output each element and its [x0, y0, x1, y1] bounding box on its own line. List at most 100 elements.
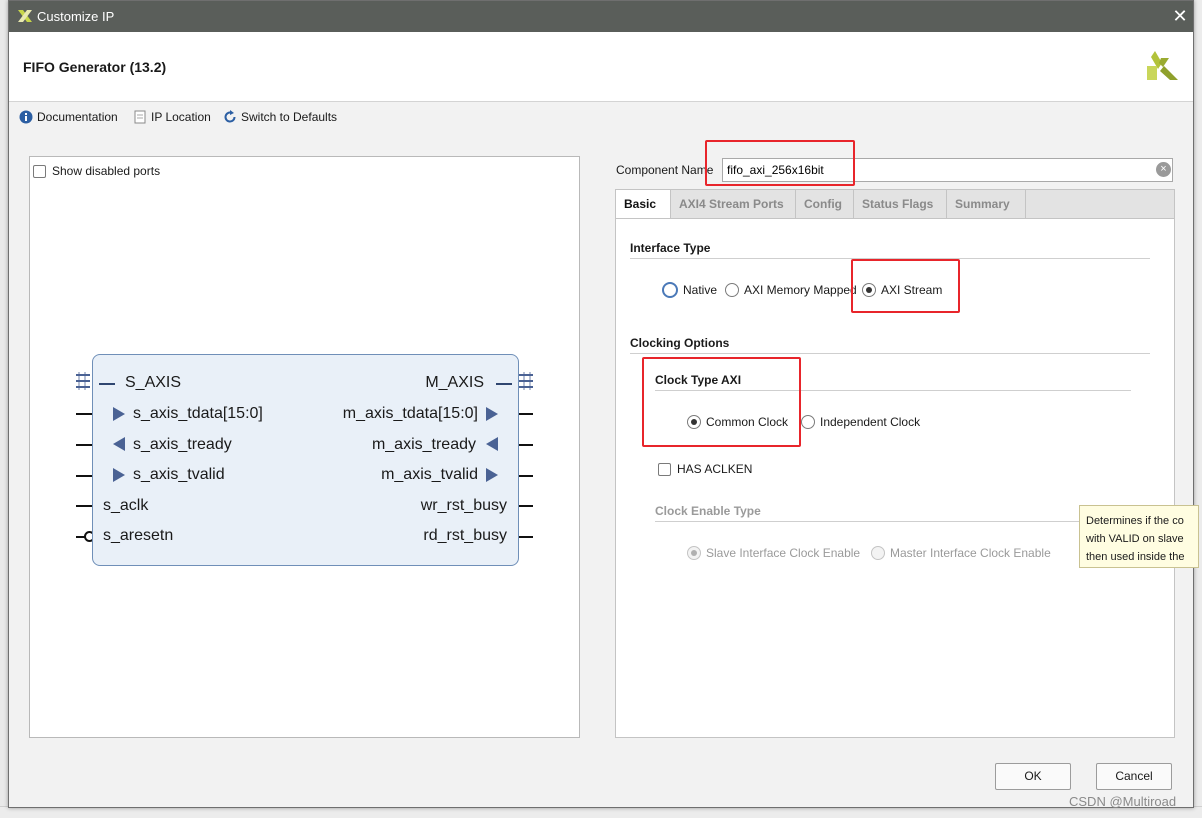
pin-m-axis-tready	[519, 444, 533, 446]
radio-button	[725, 283, 739, 297]
radio-native[interactable]: Native	[662, 282, 717, 298]
output-arrow-icon	[486, 407, 498, 421]
app-icon	[18, 10, 32, 22]
output-arrow-icon	[486, 468, 498, 482]
port-label: s_aclk	[103, 497, 149, 514]
input-arrow-icon	[486, 437, 498, 451]
radio-button	[687, 546, 701, 560]
radio-axi-memory-mapped[interactable]: AXI Memory Mapped	[725, 283, 857, 297]
cancel-button[interactable]: Cancel	[1096, 763, 1172, 790]
radio-native-label: Native	[683, 283, 718, 297]
checkbox-box	[658, 462, 671, 476]
radio-button	[662, 282, 678, 298]
pin-m-axis-tdata	[519, 413, 533, 415]
show-disabled-ports-label: Show disabled ports	[52, 164, 161, 178]
pin-wr-rst-busy	[519, 505, 533, 507]
tab-bar: Basic AXI4 Stream Ports Config Status Fl…	[615, 189, 1175, 219]
documentation-button[interactable]: Documentation	[19, 110, 118, 124]
divider	[655, 521, 1131, 522]
clear-icon[interactable]: ×	[1156, 162, 1171, 177]
ip-symbol-pane: Show disabled ports S_AXIS s_axis_tdata[…	[29, 156, 580, 738]
tooltip: Determines if the co with VALID on slave…	[1079, 505, 1199, 568]
has-aclken-label: HAS ACLKEN	[677, 462, 753, 476]
watermark: CSDN @Multiroad	[1069, 794, 1177, 809]
port-label: s_axis_tready	[133, 436, 232, 453]
pin-rd-rst-busy	[519, 536, 533, 538]
dialog-header: FIFO Generator (13.2)	[9, 32, 1193, 102]
radio-common-clock[interactable]: Common Clock	[687, 415, 788, 429]
customize-ip-dialog: Customize IP ✕ FIFO Generator (13.2) Doc…	[8, 0, 1194, 808]
port-label: m_axis_tvalid	[381, 466, 478, 483]
s-axis-label: S_AXIS	[125, 374, 182, 391]
s-axis-bus-icon	[76, 372, 90, 390]
radio-master-clock-enable-label: Master Interface Clock Enable	[890, 546, 1051, 560]
switch-to-defaults-button[interactable]: Switch to Defaults	[223, 110, 337, 124]
basic-tab-panel: Interface Type Native AXI Memory Mapped …	[615, 218, 1175, 738]
s-axis-bus-line	[99, 383, 115, 385]
port-label: s_aresetn	[103, 527, 174, 544]
title-bar: Customize IP ✕	[9, 1, 1193, 32]
port-label: s_axis_tdata[15:0]	[133, 405, 263, 422]
radio-slave-clock-enable-label: Slave Interface Clock Enable	[706, 546, 861, 560]
refresh-icon	[224, 110, 236, 123]
tooltip-line: with VALID on slave	[1086, 533, 1184, 545]
tab-summary[interactable]: Summary	[947, 190, 1026, 219]
radio-axi-stream[interactable]: AXI Stream	[862, 283, 942, 297]
has-aclken-checkbox[interactable]: HAS ACLKEN	[658, 462, 752, 476]
toolbar: Documentation IP Location Switch to Defa…	[9, 102, 1193, 134]
document-icon	[134, 110, 146, 124]
pin-s-axis-tready	[76, 444, 92, 446]
ip-location-label: IP Location	[151, 110, 211, 124]
radio-common-clock-label: Common Clock	[706, 415, 789, 429]
radio-button	[871, 546, 885, 560]
interface-type-heading: Interface Type	[630, 241, 711, 255]
radio-independent-clock[interactable]: Independent Clock	[801, 415, 920, 429]
radio-axi-stream-label: AXI Stream	[881, 283, 943, 297]
xilinx-logo-icon	[1147, 51, 1178, 80]
pin-m-axis-tvalid	[519, 475, 533, 477]
tab-config[interactable]: Config	[796, 190, 854, 219]
tab-axi4-stream-ports[interactable]: AXI4 Stream Ports	[671, 190, 796, 219]
port-label: rd_rst_busy	[423, 527, 507, 544]
radio-independent-clock-label: Independent Clock	[820, 415, 921, 429]
info-icon	[19, 110, 33, 124]
clocking-options-heading: Clocking Options	[630, 336, 730, 350]
radio-button	[862, 283, 876, 297]
pin-s-axis-tdata	[76, 413, 92, 415]
close-icon[interactable]: ✕	[1169, 5, 1191, 27]
fifo-symbol-box: S_AXIS s_axis_tdata[15:0] s_axis_tready …	[92, 354, 519, 566]
checkbox-box	[33, 164, 46, 178]
port-label: m_axis_tready	[371, 436, 476, 453]
tab-status-flags[interactable]: Status Flags	[854, 190, 947, 219]
divider	[655, 390, 1131, 391]
show-disabled-ports-checkbox[interactable]: Show disabled ports	[33, 164, 160, 178]
input-arrow-icon	[113, 468, 125, 482]
ok-button[interactable]: OK	[995, 763, 1071, 790]
m-axis-label: M_AXIS	[425, 374, 484, 391]
component-name-input[interactable]	[722, 158, 1173, 182]
m-axis-bus-icon	[519, 372, 533, 390]
clock-enable-type-heading: Clock Enable Type	[655, 504, 761, 518]
m-axis-bus-line	[496, 383, 512, 385]
radio-button	[801, 415, 815, 429]
divider	[630, 353, 1150, 354]
clock-type-heading: Clock Type AXI	[655, 373, 742, 387]
tab-basic[interactable]: Basic	[616, 190, 671, 219]
pin-s-aclk	[76, 505, 92, 507]
port-label: s_axis_tvalid	[133, 466, 225, 483]
tooltip-line: then used inside the	[1086, 551, 1185, 563]
tooltip-line: Determines if the co	[1086, 515, 1184, 527]
input-arrow-icon	[113, 407, 125, 421]
ip-location-button[interactable]: IP Location	[133, 110, 211, 124]
radio-slave-interface-clock-enable[interactable]: Slave Interface Clock Enable	[687, 546, 860, 560]
switch-to-defaults-label: Switch to Defaults	[241, 110, 338, 124]
pin-s-axis-tvalid	[76, 475, 92, 477]
radio-master-interface-clock-enable[interactable]: Master Interface Clock Enable	[871, 546, 1051, 560]
divider	[630, 258, 1150, 259]
radio-button	[687, 415, 701, 429]
radio-axi-memory-mapped-label: AXI Memory Mapped	[744, 283, 857, 297]
window-title: Customize IP	[37, 9, 115, 24]
port-label: m_axis_tdata[15:0]	[342, 405, 478, 422]
port-label: wr_rst_busy	[420, 497, 507, 514]
ip-title: FIFO Generator (13.2)	[23, 59, 167, 75]
